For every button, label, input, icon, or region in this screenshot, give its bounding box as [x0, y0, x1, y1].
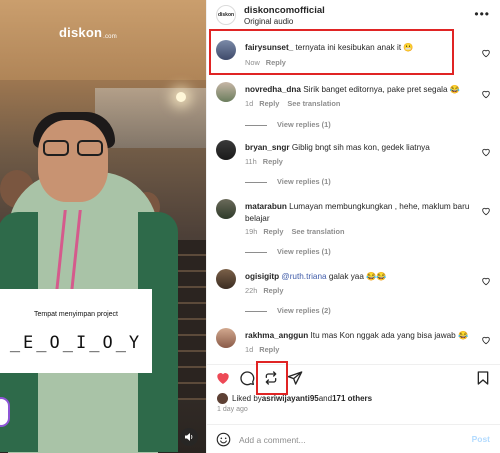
- video-user-avatar[interactable]: [0, 397, 10, 427]
- comment-heart-icon[interactable]: [481, 276, 491, 286]
- comment-time: 1d: [245, 345, 254, 354]
- comment-meta: 22h Reply: [245, 286, 283, 295]
- comment-meta: 1d Reply: [245, 345, 279, 354]
- reply-button[interactable]: Reply: [263, 286, 283, 295]
- comment-username[interactable]: matarabun: [245, 202, 287, 211]
- comment-avatar[interactable]: [216, 140, 236, 160]
- reply-button[interactable]: Reply: [263, 227, 283, 236]
- repost-highlight-box: [256, 361, 288, 395]
- reply-button[interactable]: Reply: [263, 157, 283, 166]
- reel-video[interactable]: diskon.com Tempat menyimpan project _E_O…: [0, 0, 206, 453]
- comment-text: rakhma_anggun Itu mas Kon nggak ada yang…: [245, 331, 469, 340]
- audio-label[interactable]: Original audio: [244, 17, 293, 26]
- video-ceiling: [0, 0, 206, 80]
- post-header: diskon diskoncomofficial Original audio …: [207, 0, 500, 30]
- video-caption-card: Tempat menyimpan project _E_O_I_O_Y: [0, 289, 152, 373]
- caption-big: _E_O_I_O_Y: [9, 333, 143, 353]
- presenter-glasses: [43, 140, 105, 156]
- liker-avatar: [217, 392, 228, 404]
- comment-time: 11h: [245, 157, 257, 166]
- comment-meta: 1d Reply See translation: [245, 99, 340, 108]
- post-time: 1 day ago: [217, 406, 248, 413]
- comment-heart-icon[interactable]: [481, 48, 491, 58]
- liker-username[interactable]: asriwijayanti95: [262, 394, 319, 403]
- view-replies-button[interactable]: View replies (1): [245, 120, 331, 129]
- see-translation-button[interactable]: See translation: [287, 99, 340, 108]
- see-translation-button[interactable]: See translation: [291, 227, 344, 236]
- comment-input[interactable]: [239, 432, 439, 447]
- share-icon[interactable]: [287, 370, 303, 386]
- comment-username[interactable]: rakhma_anggun: [245, 331, 308, 340]
- save-icon[interactable]: [475, 370, 491, 386]
- comment-highlight-box: [209, 29, 454, 75]
- comment-avatar[interactable]: [216, 82, 236, 102]
- emoji-icon[interactable]: [216, 432, 231, 447]
- comment-avatar[interactable]: [216, 328, 236, 348]
- video-lamp: [176, 92, 186, 102]
- action-bar: [207, 364, 500, 390]
- comment-text: ogisigitp @ruth.triana galak yaa 😂😂: [245, 272, 387, 281]
- comment-time: 19h: [245, 227, 258, 236]
- view-replies-button[interactable]: View replies (1): [245, 247, 331, 256]
- comment-text: novredha_dna Sirik banget editornya, pak…: [245, 85, 460, 94]
- comment-icon[interactable]: [239, 370, 255, 386]
- comment-meta: 11h Reply: [245, 157, 283, 166]
- comment-time: 22h: [245, 286, 258, 295]
- view-replies-button[interactable]: View replies (1): [245, 177, 331, 186]
- comment-time: 1d: [245, 99, 254, 108]
- comment-heart-icon[interactable]: [481, 147, 491, 157]
- heart-icon[interactable]: [215, 370, 231, 386]
- comment-avatar[interactable]: [216, 269, 236, 289]
- comment-heart-icon[interactable]: [481, 89, 491, 99]
- more-icon[interactable]: •••: [474, 7, 490, 21]
- comment-avatar[interactable]: [216, 199, 236, 219]
- view-replies-button[interactable]: View replies (2): [245, 306, 331, 315]
- comment-username[interactable]: novredha_dna: [245, 85, 301, 94]
- audio-icon[interactable]: [180, 428, 198, 446]
- add-comment-bar: Post: [207, 424, 500, 453]
- comment-heart-icon[interactable]: [481, 206, 491, 216]
- post-author-avatar[interactable]: diskon: [216, 5, 236, 25]
- post-panel: diskon diskoncomofficial Original audio …: [206, 0, 500, 453]
- comment-text: bryan_sngr Giblig bngt sih mas kon, gede…: [245, 143, 430, 152]
- reply-button[interactable]: Reply: [259, 345, 279, 354]
- comment-mention[interactable]: @ruth.triana: [281, 272, 326, 281]
- presenter-head: [38, 120, 108, 202]
- caption-small: Tempat menyimpan project: [33, 311, 119, 318]
- post-comment-button[interactable]: Post: [472, 434, 490, 444]
- reply-button[interactable]: Reply: [259, 99, 279, 108]
- comment-text: matarabun Lumayan membungkungkan , hehe,…: [245, 202, 470, 223]
- comment-username[interactable]: bryan_sngr: [245, 143, 290, 152]
- comment-username[interactable]: ogisigitp: [245, 272, 279, 281]
- liked-by-row[interactable]: Liked by asriwijayanti95 and 171 others: [217, 392, 372, 404]
- comment-meta: 19h Reply See translation: [245, 227, 344, 236]
- likes-others[interactable]: 171 others: [332, 394, 372, 403]
- post-author-username[interactable]: diskoncomofficial: [244, 5, 325, 16]
- video-brand-logo: diskon.com: [59, 25, 117, 40]
- comment-heart-icon[interactable]: [481, 335, 491, 345]
